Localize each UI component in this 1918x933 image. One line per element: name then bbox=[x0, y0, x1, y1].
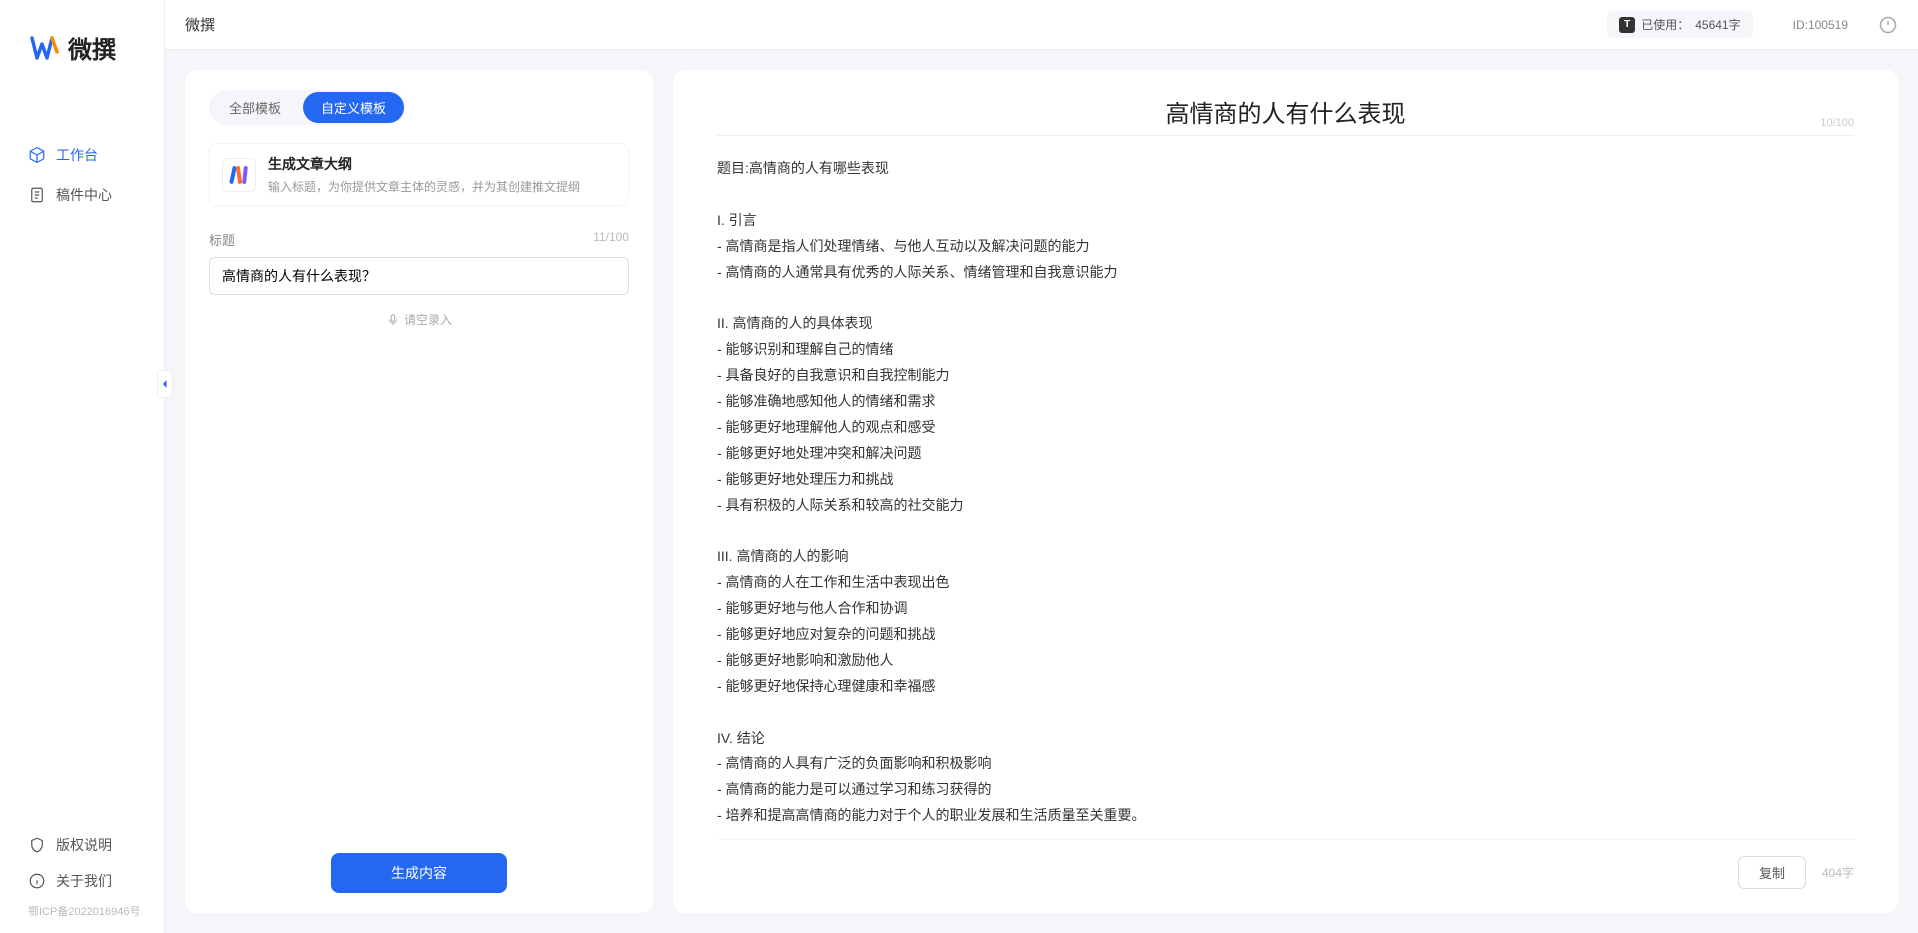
template-desc: 输入标题，为你提供文章主体的灵感，并为其创建推文提纲 bbox=[268, 178, 580, 195]
cube-icon bbox=[28, 146, 46, 164]
template-tabs: 全部模板 自定义模板 bbox=[209, 90, 406, 125]
template-title: 生成文章大纲 bbox=[268, 154, 580, 174]
output-title: 高情商的人有什么表现 bbox=[717, 94, 1854, 129]
voice-hint[interactable]: 请空录入 bbox=[209, 311, 629, 328]
footer-about[interactable]: 关于我们 bbox=[0, 863, 164, 899]
divider bbox=[717, 135, 1854, 136]
nav-label: 稿件中心 bbox=[56, 185, 112, 205]
chevron-left-icon bbox=[160, 379, 170, 389]
template-icon bbox=[222, 158, 256, 192]
footer-label: 关于我们 bbox=[56, 871, 112, 891]
tab-custom-templates[interactable]: 自定义模板 bbox=[303, 92, 404, 123]
generate-button[interactable]: 生成内容 bbox=[331, 853, 507, 893]
template-card[interactable]: 生成文章大纲 输入标题，为你提供文章主体的灵感，并为其创建推文提纲 bbox=[209, 143, 629, 206]
tab-all-templates[interactable]: 全部模板 bbox=[211, 92, 299, 123]
icp-text: 鄂ICP备2022016946号 bbox=[0, 899, 164, 919]
footer-copyright[interactable]: 版权说明 bbox=[0, 827, 164, 863]
copy-button[interactable]: 复制 bbox=[1738, 856, 1806, 889]
user-id: ID:100519 bbox=[1793, 18, 1848, 32]
usage-pill[interactable]: T 已使用： 45641字 bbox=[1607, 11, 1752, 38]
word-count: 404字 bbox=[1822, 864, 1854, 881]
logo-icon bbox=[30, 34, 60, 62]
title-label: 标题 bbox=[209, 230, 235, 249]
usage-label: 已使用： bbox=[1641, 16, 1689, 33]
output-panel: 高情商的人有什么表现 10/100 题目:高情商的人有哪些表现 I. 引言 - … bbox=[673, 70, 1898, 913]
main: 全部模板 自定义模板 生成文章大纲 输入标题，为你提供文章主体的灵感，并为其创建… bbox=[165, 50, 1918, 933]
text-t-icon: T bbox=[1619, 17, 1635, 33]
sidebar-collapse-handle[interactable] bbox=[157, 370, 173, 398]
output-title-counter: 10/100 bbox=[1820, 117, 1854, 129]
title-counter: 11/100 bbox=[593, 230, 629, 249]
sidebar: 微撰 工作台 稿件中心 版权说明 关于我们 鄂ICP备2022016946号 bbox=[0, 0, 165, 933]
sidebar-footer: 版权说明 关于我们 鄂ICP备2022016946号 bbox=[0, 827, 164, 933]
nav: 工作台 稿件中心 bbox=[0, 85, 164, 827]
power-icon[interactable] bbox=[1878, 15, 1898, 35]
logo-text: 微撰 bbox=[68, 30, 116, 65]
footer-label: 版权说明 bbox=[56, 835, 112, 855]
title-input[interactable] bbox=[209, 257, 629, 295]
nav-label: 工作台 bbox=[56, 145, 98, 165]
output-footer: 复制 404字 bbox=[717, 839, 1854, 889]
document-icon bbox=[28, 186, 46, 204]
microphone-icon bbox=[386, 313, 400, 327]
nav-drafts[interactable]: 稿件中心 bbox=[0, 175, 164, 215]
info-icon bbox=[28, 872, 46, 890]
shield-icon bbox=[28, 836, 46, 854]
usage-value: 45641字 bbox=[1695, 16, 1740, 33]
page-title: 微撰 bbox=[185, 14, 215, 35]
logo[interactable]: 微撰 bbox=[0, 0, 164, 85]
output-body[interactable]: 题目:高情商的人有哪些表现 I. 引言 - 高情商是指人们处理情绪、与他人互动以… bbox=[717, 156, 1854, 839]
nav-workbench[interactable]: 工作台 bbox=[0, 135, 164, 175]
topbar: 微撰 T 已使用： 45641字 ID:100519 bbox=[165, 0, 1918, 50]
input-panel: 全部模板 自定义模板 生成文章大纲 输入标题，为你提供文章主体的灵感，并为其创建… bbox=[185, 70, 653, 913]
